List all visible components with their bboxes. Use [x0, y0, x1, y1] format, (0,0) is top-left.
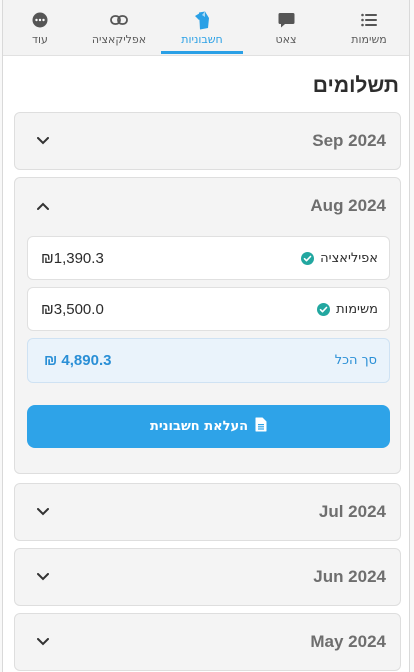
list-icon [359, 10, 379, 30]
month-card-may: May 2024 [14, 613, 401, 671]
month-card-jun: Jun 2024 [14, 548, 401, 606]
month-label: Jul 2024 [318, 502, 386, 521]
more-icon [30, 10, 50, 30]
tab-apps[interactable]: אפליקאציה [77, 0, 161, 56]
upload-invoice-button[interactable]: העלאת חשבונית [27, 405, 390, 448]
payment-amount: ₪3,500.0 [41, 300, 104, 318]
month-header-aug[interactable]: Aug 2024 [15, 178, 400, 234]
top-nav: משימות צאט חשבוניות אפליקאציה עוד [3, 0, 409, 56]
month-header-may[interactable]: May 2024 [15, 614, 400, 670]
tab-more[interactable]: עוד [3, 0, 77, 56]
month-card-sep: Sep 2024 [14, 112, 401, 170]
check-circle-icon [301, 251, 315, 265]
payment-amount: ₪1,390.3 [41, 249, 104, 267]
payment-row-affiliation: ₪1,390.3 אפיליאציה [27, 236, 390, 280]
tab-more-label: עוד [32, 33, 48, 46]
total-label: סך הכל [334, 353, 377, 368]
link-icon [109, 10, 129, 30]
tab-chat[interactable]: צאט [243, 0, 329, 56]
tab-invoices-label: חשבוניות [181, 33, 223, 46]
total-row: ₪ 4,890.3 סך הכל [27, 338, 390, 383]
month-header-jun[interactable]: Jun 2024 [15, 549, 400, 605]
tab-chat-label: צאט [275, 33, 297, 46]
total-amount: ₪ 4,890.3 [44, 352, 112, 369]
payment-row-tasks: ₪3,500.0 משימות [27, 287, 390, 331]
page-title: תשלומים [312, 74, 399, 97]
tab-tasks[interactable]: משימות [329, 0, 409, 56]
file-icon [255, 417, 267, 436]
payment-label: אפיליאציה [320, 250, 378, 266]
chevron-down-icon [35, 133, 51, 149]
app-frame: משימות צאט חשבוניות אפליקאציה עוד תשלומי… [2, 0, 410, 672]
month-label: Aug 2024 [310, 196, 386, 215]
tab-tasks-label: משימות [351, 33, 387, 46]
chat-icon [276, 10, 296, 30]
month-card-jul: Jul 2024 [14, 483, 401, 541]
month-label: May 2024 [310, 632, 386, 651]
tab-invoices[interactable]: חשבוניות [161, 0, 243, 56]
chevron-down-icon [35, 634, 51, 650]
check-circle-icon [317, 302, 331, 316]
month-header-jul[interactable]: Jul 2024 [15, 484, 400, 540]
payment-label: משימות [336, 301, 378, 317]
tab-apps-label: אפליקאציה [91, 33, 147, 46]
month-label: Jun 2024 [313, 567, 386, 586]
month-label: Sep 2024 [312, 131, 386, 150]
chevron-down-icon [35, 569, 51, 585]
upload-invoice-label: העלאת חשבונית [149, 419, 249, 434]
invoice-icon [192, 10, 212, 30]
chevron-up-icon [35, 198, 51, 214]
chevron-down-icon [35, 504, 51, 520]
month-card-aug: Aug 2024 ₪1,390.3 אפיליאציה ₪3,500.0 משי… [14, 177, 401, 474]
month-header-sep[interactable]: Sep 2024 [15, 113, 400, 169]
